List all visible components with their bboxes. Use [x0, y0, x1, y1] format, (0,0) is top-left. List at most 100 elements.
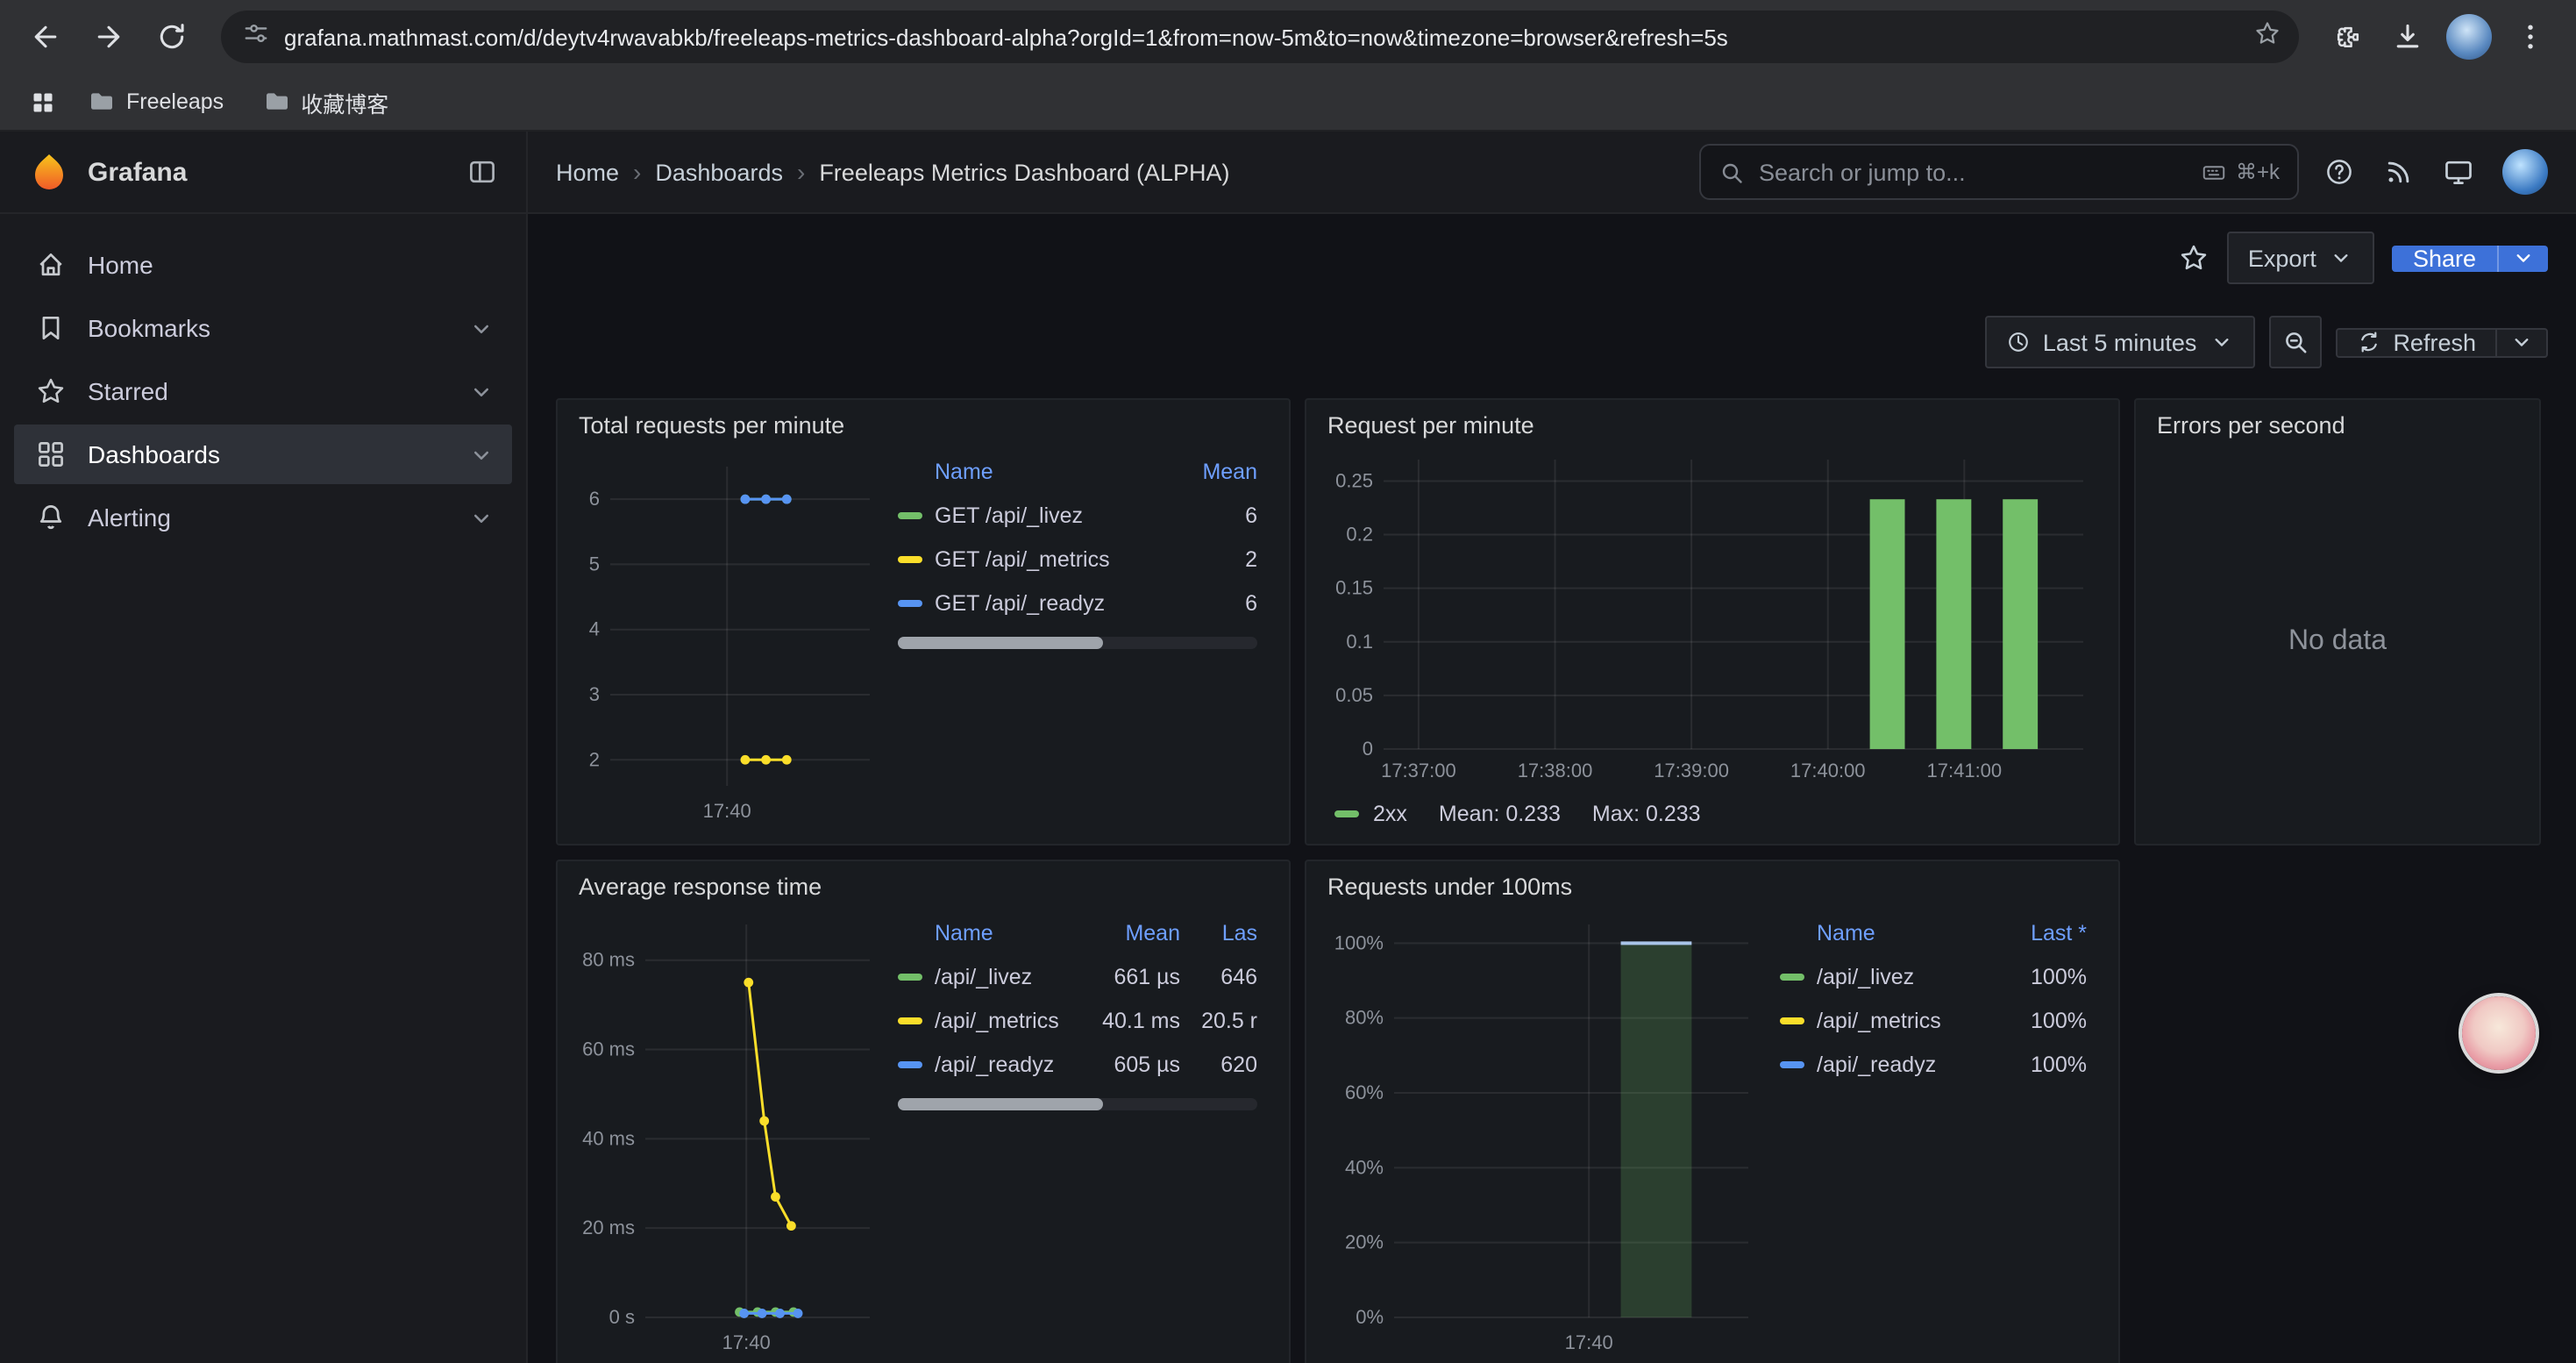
- legend-row[interactable]: /api/_readyz605 µs620: [898, 1042, 1257, 1086]
- browser-toolbar: grafana.mathmast.com/d/deytv4rwavabkb/fr…: [0, 0, 2576, 74]
- search-icon: [1719, 159, 1745, 185]
- grafana-header: Home › Dashboards › Freeleaps Metrics Dashbo…: [528, 132, 2576, 214]
- average-response-time-legend: NameMeanLas/api/_livez661 µs646/api/_met…: [887, 903, 1275, 1363]
- sidebar-item-dashboards[interactable]: Dashboards: [14, 425, 512, 484]
- time-range-picker[interactable]: Last 5 minutes: [1985, 316, 2255, 368]
- search-input[interactable]: Search or jump to... ⌘+k: [1699, 144, 2299, 200]
- share-menu-caret[interactable]: [2497, 245, 2548, 271]
- site-info-icon[interactable]: [242, 18, 270, 55]
- svg-text:100%: 100%: [1334, 931, 1384, 953]
- legend-row[interactable]: GET /api/_readyz6: [898, 581, 1257, 624]
- panel-total-requests[interactable]: Total requests per minute 6543217:40 Nam…: [556, 398, 1291, 846]
- svg-text:80%: 80%: [1345, 1007, 1384, 1029]
- dashboard-actions: Export Share: [556, 214, 2548, 293]
- news-feed-icon[interactable]: [2383, 156, 2415, 188]
- browser-menu-icon[interactable]: [2502, 9, 2558, 65]
- breadcrumb-item[interactable]: Freeleaps Metrics Dashboard (ALPHA): [819, 159, 1229, 185]
- legend-header: NameLast *: [1780, 910, 2087, 954]
- sidebar-item-alerting[interactable]: Alerting: [14, 488, 512, 547]
- series-swatch: [1780, 1060, 1804, 1067]
- panel-request-per-minute[interactable]: Request per minute 0.250.20.150.10.05017…: [1305, 398, 2120, 846]
- export-button[interactable]: Export: [2227, 232, 2374, 284]
- total-requests-chart: 6543217:40: [568, 442, 887, 831]
- panel-requests-under-100ms[interactable]: Requests under 100ms 100%80%60%40%20%0%1…: [1305, 860, 2120, 1363]
- legend-row[interactable]: /api/_livez100%: [1780, 954, 2087, 998]
- back-button[interactable]: [18, 9, 74, 65]
- floating-assistant-avatar[interactable]: [2462, 996, 2536, 1070]
- download-icon[interactable]: [2380, 9, 2436, 65]
- extensions-icon[interactable]: [2320, 9, 2376, 65]
- legend-scrollbar[interactable]: [898, 1098, 1257, 1110]
- browser-profile-avatar[interactable]: [2446, 14, 2492, 60]
- panel-title: Total requests per minute: [558, 400, 1289, 439]
- legend-col[interactable]: Last *: [1996, 920, 2087, 945]
- series-swatch: [898, 973, 922, 980]
- legend-row[interactable]: /api/_metrics40.1 ms20.5 r: [898, 998, 1257, 1042]
- url-bar[interactable]: grafana.mathmast.com/d/deytv4rwavabkb/fr…: [221, 11, 2299, 63]
- legend-row[interactable]: GET /api/_livez6: [898, 493, 1257, 537]
- legend-row[interactable]: /api/_livez661 µs646: [898, 954, 1257, 998]
- sidebar-toggle-icon[interactable]: [466, 156, 498, 188]
- svg-text:0.15: 0.15: [1335, 577, 1373, 599]
- chevron-down-icon[interactable]: [468, 504, 495, 531]
- clock-icon: [2006, 330, 2031, 354]
- legend-row[interactable]: /api/_metrics100%: [1780, 998, 2087, 1042]
- breadcrumb-separator: ›: [633, 158, 641, 186]
- sidebar-item-bookmarks[interactable]: Bookmarks: [14, 298, 512, 358]
- legend-col-name[interactable]: Name: [935, 920, 1071, 945]
- panel-average-response-time[interactable]: Average response time 80 ms60 ms40 ms20 …: [556, 860, 1291, 1363]
- series-swatch: [1780, 1017, 1804, 1024]
- svg-text:5: 5: [589, 553, 600, 574]
- svg-text:17:40: 17:40: [722, 1331, 771, 1353]
- bookmark-star-icon[interactable]: [2253, 18, 2281, 55]
- folder-icon: [262, 88, 290, 116]
- refresh-interval-caret[interactable]: [2495, 329, 2546, 355]
- bookmark-favorites-blog[interactable]: 收藏博客: [248, 80, 402, 124]
- average-response-time-chart: 80 ms60 ms40 ms20 ms0 s17:40: [568, 903, 887, 1363]
- legend-col[interactable]: Mean: [1071, 920, 1180, 945]
- favorite-star-icon[interactable]: [2178, 242, 2210, 274]
- svg-text:80 ms: 80 ms: [582, 949, 635, 971]
- refresh-button[interactable]: Refresh: [2335, 327, 2548, 357]
- zoom-out-button[interactable]: [2268, 316, 2321, 368]
- legend-scrollbar[interactable]: [898, 637, 1257, 649]
- svg-text:0.1: 0.1: [1346, 631, 1373, 653]
- legend-header: NameMean: [898, 449, 1257, 493]
- breadcrumb-item[interactable]: Home: [556, 159, 619, 185]
- sidebar-item-home[interactable]: Home: [14, 235, 512, 295]
- breadcrumb: Home › Dashboards › Freeleaps Metrics Dashbo…: [556, 158, 1230, 186]
- svg-text:17:39:00: 17:39:00: [1654, 760, 1729, 781]
- legend-col[interactable]: Las: [1180, 920, 1257, 945]
- legend-col-name[interactable]: Name: [935, 459, 1159, 483]
- monitor-icon[interactable]: [2443, 156, 2474, 188]
- help-icon[interactable]: [2323, 156, 2355, 188]
- apps-grid-icon[interactable]: [21, 81, 63, 123]
- requests-under-100ms-chart: 100%80%60%40%20%0%17:40: [1317, 903, 1769, 1363]
- share-button[interactable]: Share: [2392, 245, 2548, 271]
- legend-row[interactable]: /api/_readyz100%: [1780, 1042, 2087, 1086]
- svg-text:17:41:00: 17:41:00: [1927, 760, 2003, 781]
- legend-col[interactable]: Mean: [1159, 459, 1257, 483]
- reload-button[interactable]: [144, 9, 200, 65]
- star-icon: [35, 375, 67, 407]
- breadcrumb-separator: ›: [797, 158, 805, 186]
- chevron-down-icon[interactable]: [468, 441, 495, 467]
- legend-row[interactable]: GET /api/_metrics2: [898, 537, 1257, 581]
- panel-errors-per-second[interactable]: Errors per second No data: [2134, 398, 2541, 846]
- breadcrumb-item[interactable]: Dashboards: [655, 159, 783, 185]
- forward-button[interactable]: [81, 9, 137, 65]
- legend-col-name[interactable]: Name: [1817, 920, 1996, 945]
- chevron-down-icon[interactable]: [468, 378, 495, 404]
- request-per-minute-legend: 2xx Mean: 0.233 Max: 0.233: [1306, 791, 2118, 837]
- url-text[interactable]: grafana.mathmast.com/d/deytv4rwavabkb/fr…: [284, 24, 2236, 50]
- sidebar-item-starred[interactable]: Starred: [14, 361, 512, 421]
- svg-text:17:38:00: 17:38:00: [1518, 760, 1593, 781]
- chevron-down-icon[interactable]: [468, 315, 495, 341]
- user-avatar[interactable]: [2502, 149, 2548, 195]
- series-swatch: [898, 1060, 922, 1067]
- series-label[interactable]: 2xx: [1373, 802, 1407, 826]
- svg-text:17:40: 17:40: [703, 800, 751, 822]
- chevron-down-icon: [2209, 330, 2233, 354]
- grafana-logo[interactable]: [28, 151, 70, 193]
- bookmark-freeleaps[interactable]: Freeleaps: [74, 82, 238, 121]
